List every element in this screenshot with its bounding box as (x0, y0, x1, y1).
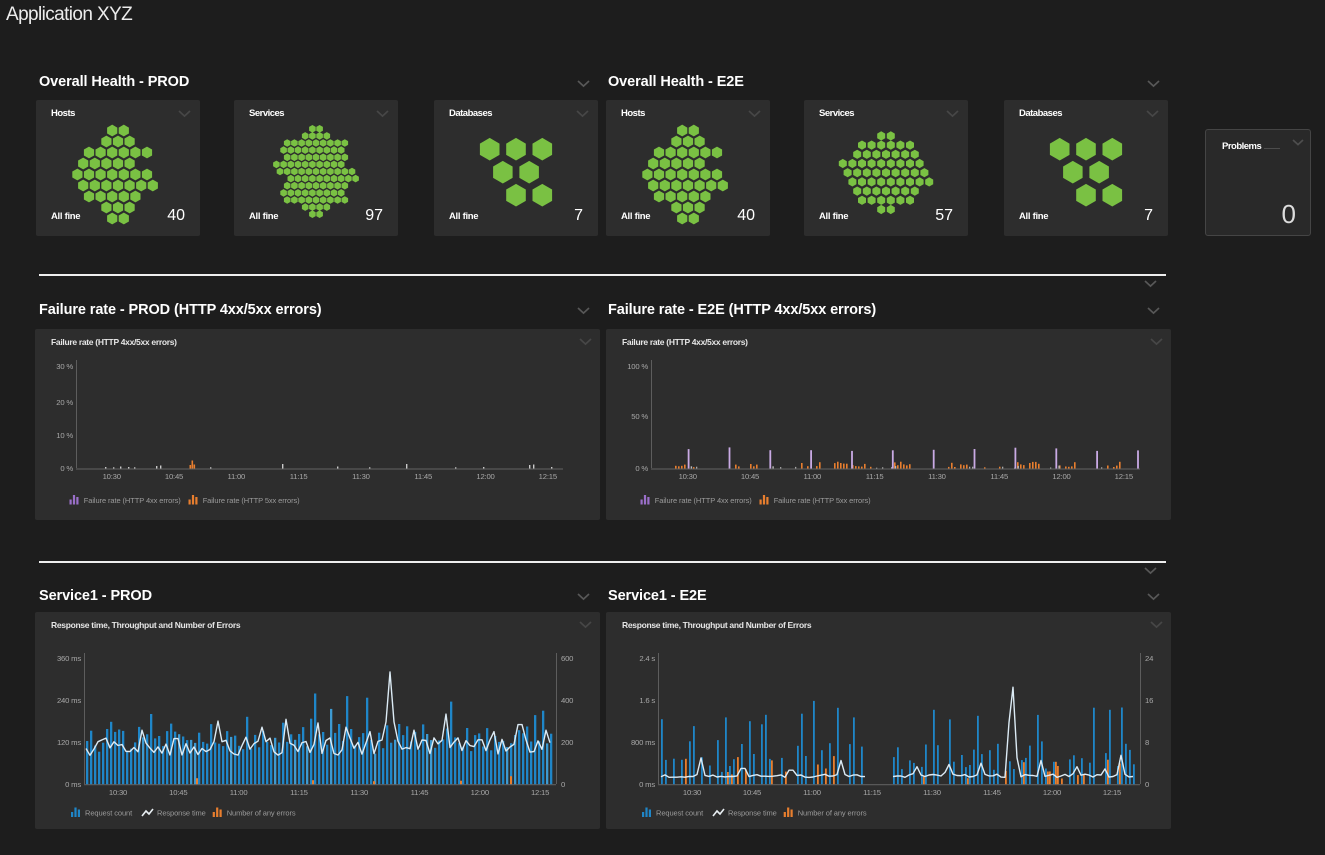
svg-text:Failure rate (HTTP 4xx errors): Failure rate (HTTP 4xx errors) (84, 496, 181, 505)
svg-text:Failure rate (HTTP 4xx errors): Failure rate (HTTP 4xx errors) (655, 496, 752, 505)
svg-text:24: 24 (1145, 654, 1154, 663)
svg-text:Response time: Response time (157, 809, 206, 818)
svg-text:12:15: 12:15 (531, 788, 549, 797)
svg-text:0 %: 0 % (635, 464, 648, 473)
svg-text:1.6 s: 1.6 s (639, 696, 655, 705)
svg-text:16: 16 (1145, 696, 1153, 705)
svg-text:240 ms: 240 ms (57, 696, 81, 705)
svg-text:12:15: 12:15 (539, 472, 557, 481)
svg-text:11:30: 11:30 (350, 788, 368, 797)
svg-text:10:45: 10:45 (169, 788, 187, 797)
svg-text:Number of any errors: Number of any errors (227, 809, 296, 818)
svg-text:Number of any errors: Number of any errors (798, 809, 867, 818)
svg-text:400: 400 (561, 696, 573, 705)
svg-text:0 ms: 0 ms (65, 780, 81, 789)
svg-text:10:30: 10:30 (103, 472, 121, 481)
svg-text:8: 8 (1145, 738, 1149, 747)
svg-text:11:30: 11:30 (923, 788, 941, 797)
svg-text:11:45: 11:45 (990, 472, 1008, 481)
svg-text:30 %: 30 % (56, 362, 73, 371)
svg-text:100 %: 100 % (627, 362, 648, 371)
svg-text:10:30: 10:30 (683, 788, 701, 797)
svg-text:0: 0 (561, 780, 565, 789)
svg-text:Failure rate (HTTP 5xx errors): Failure rate (HTTP 5xx errors) (203, 496, 300, 505)
svg-text:11:45: 11:45 (414, 472, 432, 481)
svg-text:10:30: 10:30 (109, 788, 127, 797)
svg-text:600: 600 (561, 654, 573, 663)
svg-text:10:45: 10:45 (741, 472, 759, 481)
svg-text:10:45: 10:45 (743, 788, 761, 797)
svg-text:10 %: 10 % (56, 431, 73, 440)
svg-text:12:15: 12:15 (1115, 472, 1133, 481)
svg-text:11:45: 11:45 (983, 788, 1001, 797)
svg-text:Response time: Response time (728, 809, 777, 818)
svg-text:800 ms: 800 ms (631, 738, 655, 747)
svg-text:Request count: Request count (656, 809, 704, 818)
svg-text:0 ms: 0 ms (639, 780, 655, 789)
svg-text:11:30: 11:30 (352, 472, 370, 481)
svg-text:200: 200 (561, 738, 573, 747)
svg-text:11:00: 11:00 (230, 788, 248, 797)
svg-text:360 ms: 360 ms (57, 654, 81, 663)
svg-text:11:00: 11:00 (227, 472, 245, 481)
svg-text:11:15: 11:15 (290, 472, 308, 481)
svg-text:11:15: 11:15 (866, 472, 884, 481)
svg-text:11:30: 11:30 (928, 472, 946, 481)
svg-text:12:00: 12:00 (1043, 788, 1061, 797)
svg-text:12:15: 12:15 (1103, 788, 1121, 797)
svg-text:11:15: 11:15 (863, 788, 881, 797)
svg-text:0 %: 0 % (60, 464, 73, 473)
svg-text:11:45: 11:45 (411, 788, 429, 797)
svg-text:12:00: 12:00 (471, 788, 489, 797)
svg-text:20 %: 20 % (56, 398, 73, 407)
svg-text:50 %: 50 % (631, 412, 648, 421)
svg-text:11:00: 11:00 (803, 472, 821, 481)
svg-text:11:15: 11:15 (290, 788, 308, 797)
svg-text:Request count: Request count (85, 809, 133, 818)
svg-text:10:30: 10:30 (679, 472, 697, 481)
svg-text:2.4 s: 2.4 s (639, 654, 655, 663)
svg-text:12:00: 12:00 (476, 472, 494, 481)
svg-text:12:00: 12:00 (1052, 472, 1070, 481)
svg-text:11:00: 11:00 (803, 788, 821, 797)
svg-text:120 ms: 120 ms (57, 738, 81, 747)
svg-text:Failure rate (HTTP 5xx errors): Failure rate (HTTP 5xx errors) (774, 496, 871, 505)
svg-text:0: 0 (1145, 780, 1149, 789)
svg-text:10:45: 10:45 (165, 472, 183, 481)
